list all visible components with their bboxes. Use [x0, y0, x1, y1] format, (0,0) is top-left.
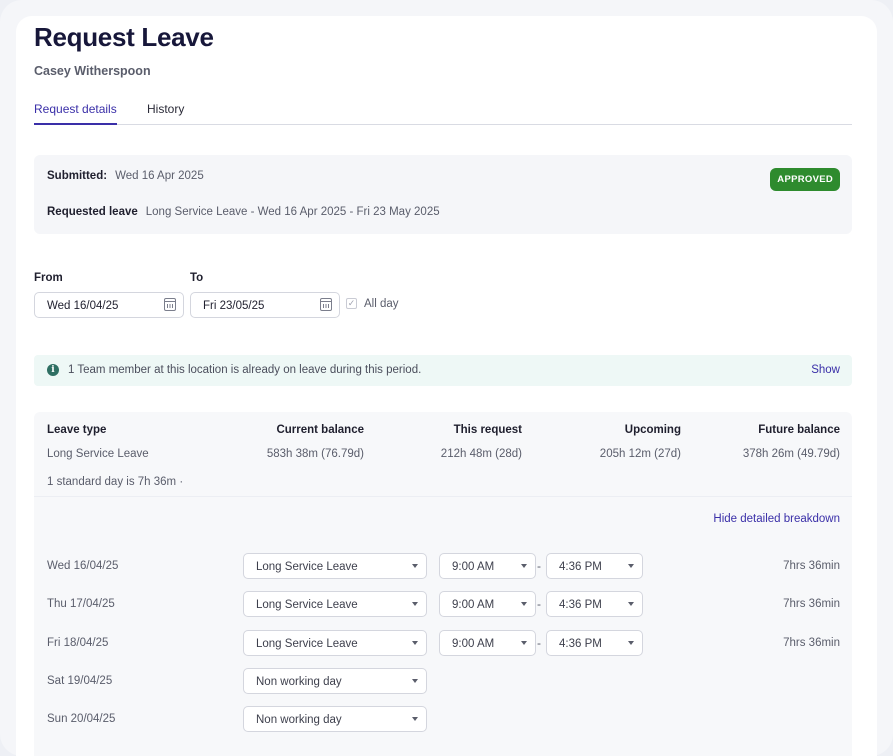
all-day-label: All day	[364, 298, 399, 310]
day-date: Fri 18/04/25	[47, 637, 109, 649]
start-time-select[interactable]: 9:00 AM	[439, 553, 536, 579]
calendar-icon[interactable]	[164, 298, 176, 311]
header-current-balance: Current balance	[276, 424, 364, 436]
chevron-down-icon	[628, 564, 634, 568]
cell-current-balance: 583h 38m (76.79d)	[266, 448, 364, 460]
requested-leave-label: Requested leave	[47, 206, 138, 218]
all-day-checkbox[interactable]: ✓	[346, 298, 357, 309]
requested-leave-row: Requested leave Long Service Leave - Wed …	[47, 206, 440, 218]
header-future-balance: Future balance	[758, 424, 840, 436]
chevron-down-icon	[412, 602, 418, 606]
submitted-label: Submitted:	[47, 170, 108, 182]
cell-this-request: 212h 48m (28d)	[440, 448, 522, 460]
requested-leave-value: Long Service Leave - Wed 16 Apr 2025 - F…	[145, 206, 440, 218]
notice-text: 1 Team member at this location is alread…	[68, 364, 422, 376]
standard-day-note: 1 standard day is 7h 36m ·	[47, 476, 184, 488]
tab-request-details[interactable]: Request details	[34, 102, 117, 125]
hide-breakdown-link[interactable]: Hide detailed breakdown	[713, 513, 840, 525]
day-date: Thu 17/04/25	[47, 598, 115, 610]
start-time-value: 9:00 AM	[452, 561, 495, 573]
end-time-select[interactable]: 4:36 PM	[546, 591, 643, 617]
leave-balance-table: Leave type Current balance This request …	[34, 412, 852, 756]
app-frame: Request Leave Casey Witherspoon Request …	[0, 0, 893, 756]
day-date: Wed 16/04/25	[47, 560, 119, 572]
chevron-down-icon	[628, 602, 634, 606]
start-time-value: 9:00 AM	[452, 638, 495, 650]
leave-type-select[interactable]: Long Service Leave	[243, 553, 427, 579]
submitted-value: Wed 16 Apr 2025	[115, 170, 204, 182]
team-leave-notice: i 1 Team member at this location is alre…	[34, 355, 852, 386]
from-date-value: Wed 16/04/25	[47, 300, 119, 312]
calendar-icon[interactable]	[320, 298, 332, 311]
end-time-value: 4:36 PM	[559, 599, 602, 611]
end-time-select[interactable]: 4:36 PM	[546, 553, 643, 579]
start-time-value: 9:00 AM	[452, 599, 495, 611]
cell-leave-type: Long Service Leave	[47, 448, 149, 460]
leave-type-value: Long Service Leave	[256, 638, 358, 650]
page-title: Request Leave	[34, 22, 214, 52]
end-time-value: 4:36 PM	[559, 638, 602, 650]
day-date: Sun 20/04/25	[47, 713, 116, 725]
start-time-select[interactable]: 9:00 AM	[439, 630, 536, 656]
day-duration: 7hrs 36min	[783, 598, 840, 610]
leave-type-select[interactable]: Non working day	[243, 706, 427, 732]
chevron-down-icon	[628, 641, 634, 645]
time-separator: -	[537, 559, 541, 573]
header-leave-type: Leave type	[47, 424, 107, 436]
breakdown-row: Thu 17/04/25 Long Service Leave 9:00 AM …	[34, 591, 852, 617]
to-date-input[interactable]: Fri 23/05/25	[190, 292, 340, 318]
chevron-down-icon	[521, 641, 527, 645]
tab-bar: Request details History	[34, 102, 852, 125]
info-icon: i	[47, 364, 59, 376]
from-date-input[interactable]: Wed 16/04/25	[34, 292, 184, 318]
divider	[34, 496, 852, 497]
chevron-down-icon	[412, 564, 418, 568]
submitted-row: Submitted: Wed 16 Apr 2025	[47, 170, 204, 182]
leave-type-value: Non working day	[256, 676, 342, 688]
header-upcoming: Upcoming	[624, 424, 681, 436]
time-separator: -	[537, 636, 541, 650]
day-duration: 7hrs 36min	[783, 637, 840, 649]
chevron-down-icon	[412, 679, 418, 683]
request-summary: Submitted: Wed 16 Apr 2025 Requested leav…	[34, 155, 852, 234]
day-duration: 7hrs 36min	[783, 560, 840, 572]
tab-history[interactable]: History	[147, 102, 184, 125]
employee-name: Casey Witherspoon	[34, 64, 151, 78]
chevron-down-icon	[521, 602, 527, 606]
time-separator: -	[537, 597, 541, 611]
show-link[interactable]: Show	[811, 364, 840, 376]
day-date: Sat 19/04/25	[47, 675, 113, 687]
leave-type-value: Long Service Leave	[256, 599, 358, 611]
chevron-down-icon	[521, 564, 527, 568]
chevron-down-icon	[412, 717, 418, 721]
cell-future-balance: 378h 26m (49.79d)	[742, 448, 840, 460]
breakdown-row: Fri 18/04/25 Long Service Leave 9:00 AM …	[34, 630, 852, 656]
leave-type-select[interactable]: Non working day	[243, 668, 427, 694]
end-time-select[interactable]: 4:36 PM	[546, 630, 643, 656]
status-badge: APPROVED	[770, 168, 840, 191]
leave-type-select[interactable]: Long Service Leave	[243, 630, 427, 656]
request-leave-card: Request Leave Casey Witherspoon Request …	[16, 16, 877, 756]
breakdown-row: Sat 19/04/25 Non working day	[34, 668, 852, 694]
start-time-select[interactable]: 9:00 AM	[439, 591, 536, 617]
cell-upcoming: 205h 12m (27d)	[599, 448, 681, 460]
breakdown-row: Sun 20/04/25 Non working day	[34, 706, 852, 732]
header-this-request: This request	[453, 424, 522, 436]
leave-type-value: Long Service Leave	[256, 561, 358, 573]
from-label: From	[34, 272, 63, 284]
chevron-down-icon	[412, 641, 418, 645]
to-date-value: Fri 23/05/25	[203, 300, 265, 312]
end-time-value: 4:36 PM	[559, 561, 602, 573]
leave-type-select[interactable]: Long Service Leave	[243, 591, 427, 617]
breakdown-row: Wed 16/04/25 Long Service Leave 9:00 AM …	[34, 553, 852, 579]
to-label: To	[190, 272, 204, 284]
leave-type-value: Non working day	[256, 714, 342, 726]
